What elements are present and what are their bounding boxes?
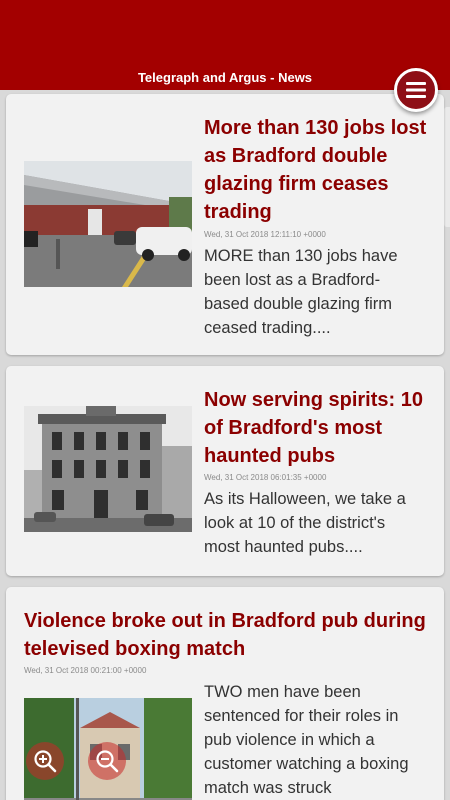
article-date: Wed, 31 Oct 2018 00:21:00 +0000 bbox=[24, 666, 147, 675]
article-summary: MORE than 130 jobs have been lost as a B… bbox=[204, 247, 398, 337]
article-date: Wed, 31 Oct 2018 12:11:10 +0000 bbox=[204, 230, 326, 239]
app-title: Telegraph and Argus - News bbox=[137, 70, 313, 85]
news-feed[interactable]: More than 130 jobs lost as Bradford doub… bbox=[0, 90, 450, 800]
article-headline[interactable]: More than 130 jobs lost as Bradford doub… bbox=[204, 114, 432, 226]
zoom-in-button[interactable] bbox=[26, 742, 64, 780]
zoom-in-icon bbox=[34, 750, 57, 773]
zoom-out-icon bbox=[96, 750, 119, 773]
menu-button[interactable] bbox=[394, 68, 438, 112]
article-thumbnail bbox=[24, 406, 192, 532]
article-date: Wed, 31 Oct 2018 06:01:35 +0000 bbox=[204, 473, 327, 482]
article-card[interactable]: Violence broke out in Bradford pub durin… bbox=[6, 587, 444, 800]
article-headline[interactable]: Now serving spirits: 10 of Bradford's mo… bbox=[204, 386, 432, 470]
article-card[interactable]: Now serving spirits: 10 of Bradford's mo… bbox=[6, 366, 444, 576]
zoom-out-button[interactable] bbox=[88, 742, 126, 780]
article-summary: TWO men have been sentenced for their ro… bbox=[204, 683, 409, 797]
hamburger-menu-icon bbox=[406, 82, 426, 98]
article-card[interactable]: More than 130 jobs lost as Bradford doub… bbox=[6, 94, 444, 355]
article-thumbnail bbox=[24, 161, 192, 287]
article-headline[interactable]: Violence broke out in Bradford pub durin… bbox=[24, 607, 434, 663]
app-header: Telegraph and Argus - News bbox=[0, 0, 450, 90]
article-summary: As its Halloween, we take a look at 10 o… bbox=[204, 490, 406, 556]
